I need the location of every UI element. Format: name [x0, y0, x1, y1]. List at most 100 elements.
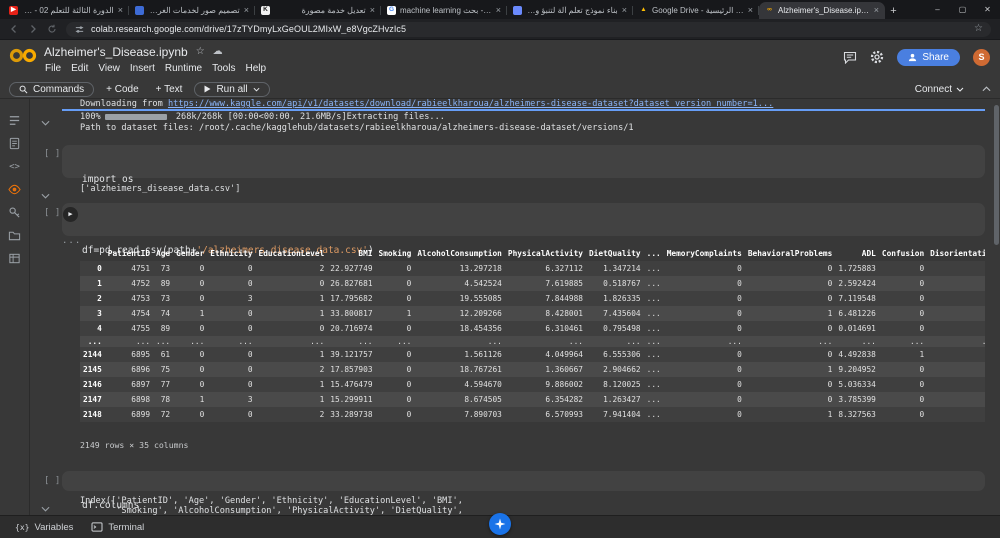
- bookmark-star-icon[interactable]: ☆: [974, 24, 983, 34]
- code-cell-editor[interactable]: df.columns: [62, 471, 985, 511]
- df-cell: 0: [247, 380, 253, 389]
- files-folder-icon[interactable]: [7, 228, 22, 243]
- collapse-output-icon[interactable]: [41, 111, 50, 130]
- output-options-icon[interactable]: ...: [62, 236, 81, 246]
- scrollbar-thumb[interactable]: [994, 105, 999, 245]
- df-cell: 0: [737, 279, 742, 288]
- df-cell: 33.800817: [330, 309, 373, 318]
- tab-close-icon[interactable]: ×: [748, 6, 753, 15]
- menu-edit[interactable]: Edit: [66, 63, 93, 74]
- add-text-button[interactable]: + Text: [151, 84, 188, 95]
- settings-gear-icon[interactable]: [870, 50, 884, 64]
- data-table-icon[interactable]: [7, 251, 22, 266]
- df-cell: 0.518767: [603, 279, 641, 288]
- notebook-title[interactable]: Alzheimer's_Disease.ipynb: [44, 45, 188, 59]
- share-button[interactable]: Share: [897, 48, 960, 66]
- browser-tab[interactable]: K تعديل خدمة مصورة ×: [255, 2, 381, 19]
- collapse-output-icon[interactable]: [41, 497, 50, 515]
- commands-button[interactable]: Commands: [9, 81, 95, 97]
- find-replace-icon[interactable]: [7, 136, 22, 151]
- browser-tab[interactable]: تصميم صور لخدمات الغري لانس ×: [129, 2, 255, 19]
- tab-close-icon[interactable]: ×: [622, 6, 627, 15]
- menu-runtime[interactable]: Runtime: [160, 63, 207, 74]
- search-icon: [19, 85, 28, 93]
- table-of-contents-icon[interactable]: [7, 113, 22, 128]
- df-cell: 0: [247, 365, 253, 374]
- run-cell-button[interactable]: ▶: [63, 207, 78, 222]
- df-cell: 78: [160, 395, 171, 404]
- df-index-cell: 4: [97, 324, 102, 333]
- variables-button[interactable]: {x} Variables: [6, 516, 82, 538]
- df-header-cell: Confusion: [881, 249, 925, 258]
- secrets-eye-icon[interactable]: [7, 182, 22, 197]
- minimize-icon[interactable]: –: [925, 0, 950, 19]
- site-info-icon[interactable]: [74, 24, 85, 35]
- df-cell: 6.570993: [545, 410, 583, 419]
- df-cell: 0: [247, 309, 253, 318]
- browser-tab[interactable]: بناء نموذج تعلم آلة لتنبؤ وتحليل ×: [507, 2, 633, 19]
- code-cell-editor[interactable]: ▶ df=pd.read_csv(path+'/alzheimers_disea…: [62, 203, 985, 293]
- df-index-cell: ...: [87, 337, 102, 346]
- browser-tab[interactable]: Gmachine learning بحث - Google ×: [381, 2, 507, 19]
- profile-avatar[interactable]: S: [973, 48, 990, 66]
- gemini-spark-button[interactable]: [489, 513, 511, 535]
- code-snippets-icon[interactable]: <>: [7, 159, 22, 174]
- df-cell: 2: [319, 264, 325, 273]
- cell-run-gutter[interactable]: [ ]: [44, 208, 60, 218]
- maximize-icon[interactable]: ▢: [950, 0, 975, 19]
- secrets-key-icon[interactable]: [7, 205, 22, 220]
- star-icon[interactable]: ☆: [196, 47, 205, 57]
- run-all-button[interactable]: Run all: [194, 81, 270, 97]
- connect-button[interactable]: Connect: [915, 84, 964, 95]
- menu-file[interactable]: File: [40, 63, 66, 74]
- tab-close-icon[interactable]: ×: [244, 6, 249, 15]
- browser-tab[interactable]: ∞ Alzheimer's_Disease.ipynb - Co... ×: [759, 2, 885, 19]
- df-cell: 1: [319, 350, 325, 359]
- close-icon[interactable]: ✕: [975, 0, 1000, 19]
- df-header-cell: AlcoholConsumption: [417, 249, 502, 258]
- add-code-button[interactable]: + Code: [101, 84, 144, 95]
- tab-close-icon[interactable]: ×: [874, 6, 879, 15]
- cell-output-line: Path to dataset files: /root/.cache/kagg…: [80, 123, 634, 133]
- df-cell: 6.481226: [838, 309, 876, 318]
- df-cell: 6897: [131, 380, 151, 389]
- reload-icon[interactable]: [47, 24, 57, 34]
- df-cell: ...: [818, 337, 833, 346]
- collapse-header-icon[interactable]: [982, 86, 991, 92]
- menu-insert[interactable]: Insert: [125, 63, 160, 74]
- df-cell: 0: [247, 264, 253, 273]
- google-favicon: G: [387, 6, 396, 15]
- df-cell: 8.327563: [838, 410, 876, 419]
- df-cell: 6898: [131, 395, 151, 404]
- terminal-button[interactable]: Terminal: [82, 516, 153, 538]
- tab-close-icon[interactable]: ×: [496, 6, 501, 15]
- menu-view[interactable]: View: [93, 63, 125, 74]
- code-cell-editor[interactable]: import os os.listdir(path): [62, 145, 985, 223]
- omnibox[interactable]: colab.research.google.com/drive/17zTYDmy…: [66, 21, 991, 37]
- collapse-output-icon[interactable]: [41, 184, 50, 203]
- cell-run-gutter[interactable]: [ ]: [44, 476, 60, 486]
- kaggle-download-link[interactable]: https://www.kaggle.com/api/v1/datasets/d…: [168, 99, 773, 109]
- drive-favicon: ▲: [640, 6, 647, 14]
- cell-output-line: Downloading from https://www.kaggle.com/…: [80, 99, 774, 109]
- df-cell: 0: [737, 410, 742, 419]
- tab-close-icon[interactable]: ×: [370, 6, 375, 15]
- df-cell: 0: [927, 306, 985, 321]
- vertical-scrollbar[interactable]: [993, 99, 1000, 515]
- cell-run-gutter[interactable]: [ ]: [44, 149, 60, 159]
- comment-icon[interactable]: [843, 51, 857, 64]
- menu-tools[interactable]: Tools: [207, 63, 240, 74]
- tab-title: Alzheimer's_Disease.ipynb - Co...: [778, 6, 870, 15]
- tab-close-icon[interactable]: ×: [118, 6, 123, 15]
- back-icon[interactable]: [9, 24, 19, 34]
- browser-tab[interactable]: ▲ Google Drive - الصفحة الرئيسية ×: [633, 2, 759, 19]
- new-tab-button[interactable]: +: [885, 2, 902, 19]
- notebook-scroll-area[interactable]: Downloading from https://www.kaggle.com/…: [30, 99, 993, 515]
- df-cell: 6.310461: [545, 324, 583, 333]
- forward-icon[interactable]: [28, 24, 38, 34]
- colab-logo-icon[interactable]: [8, 47, 38, 69]
- df-cell: 6.555306: [603, 350, 641, 359]
- browser-tab[interactable]: ▶ الدورة الثالثة للتعلم 02 - (107) ×: [3, 2, 129, 19]
- df-cell: ...: [646, 294, 661, 303]
- menu-help[interactable]: Help: [240, 63, 271, 74]
